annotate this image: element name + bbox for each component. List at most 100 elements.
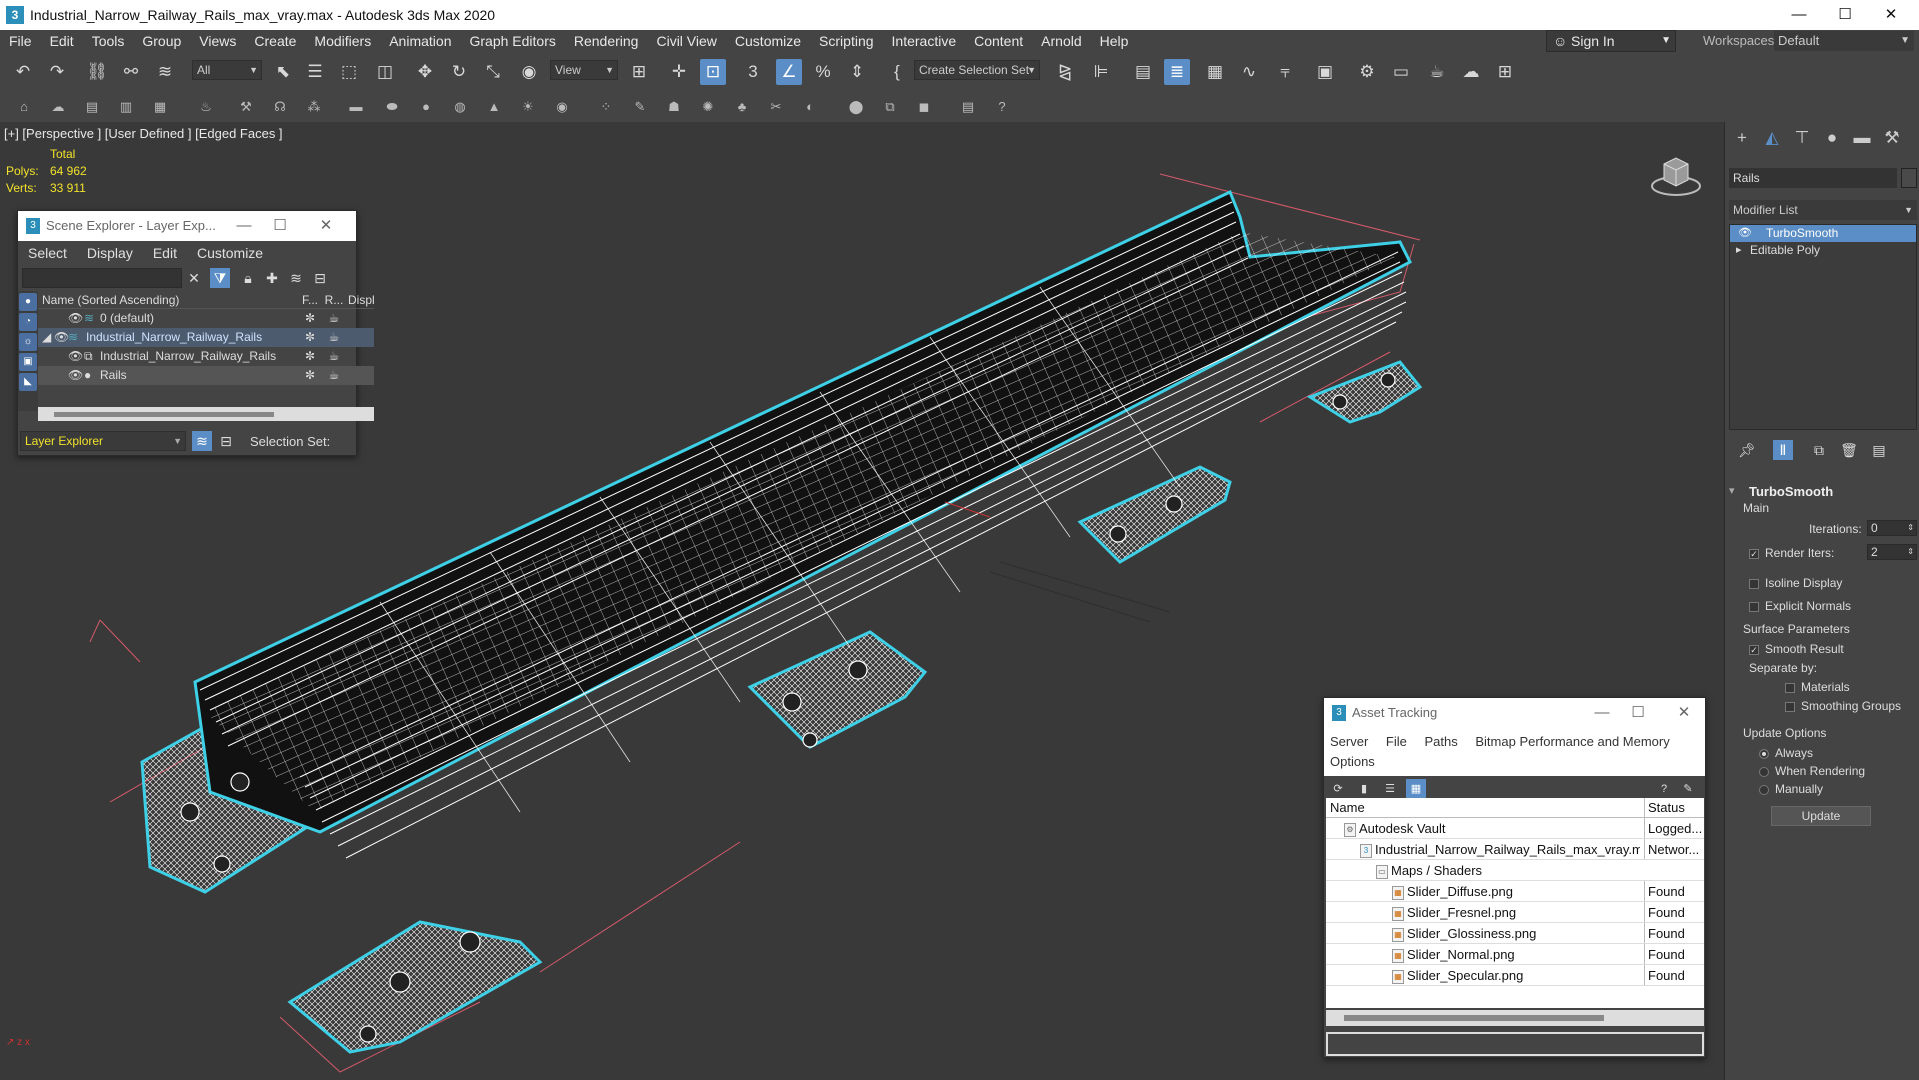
asset-row[interactable]: 3 Industrial_Narrow_Railway_Rails_max_vra…	[1326, 839, 1704, 860]
se-menu-edit[interactable]: Edit	[143, 245, 187, 261]
render-iters-checkbox[interactable]: ✓	[1749, 548, 1759, 559]
table-view-icon[interactable]: ▦	[1406, 779, 1426, 799]
pin-icon[interactable]: ✎	[1678, 779, 1698, 799]
percent-snap-icon[interactable]: %	[810, 59, 836, 85]
menu-modifiers[interactable]: Modifiers	[305, 33, 380, 49]
trash-icon[interactable]: ▥	[116, 97, 136, 117]
se-menu-display[interactable]: Display	[77, 245, 143, 261]
toggle-layer-explorer-icon[interactable]: ≣	[1164, 59, 1190, 85]
freeze-icon[interactable]: ✼	[300, 347, 320, 366]
shelf-icon[interactable]: ⌂	[14, 97, 34, 117]
render-icon[interactable]: ☕	[324, 328, 344, 347]
menu-arnold[interactable]: Arnold	[1032, 33, 1090, 49]
cone-icon[interactable]: ▲	[484, 97, 504, 117]
rollout-header[interactable]: TurboSmooth	[1729, 484, 1917, 499]
minimize-icon[interactable]: —	[226, 211, 262, 241]
refresh-icon[interactable]: ⟳	[1328, 779, 1348, 799]
asset-row[interactable]: ⚙ Autodesk Vault Logged...	[1326, 818, 1704, 839]
hair-icon[interactable]: ✎	[630, 97, 650, 117]
rectangular-selection-icon[interactable]: ⬚	[336, 59, 362, 85]
pivot-center-icon[interactable]: ⊞	[626, 59, 652, 85]
help-icon[interactable]: ?	[992, 97, 1012, 117]
freeze-icon[interactable]: ✼	[300, 309, 320, 328]
tree-row[interactable]: 👁︎ ≋ 0 (default) ✼ ☕	[38, 309, 374, 328]
eye-icon[interactable]: 👁︎	[1738, 225, 1752, 242]
menu-scripting[interactable]: Scripting	[810, 33, 882, 49]
wrench-icon[interactable]: ✂	[766, 97, 786, 117]
lock-icon[interactable]: 🔒︎	[238, 268, 258, 288]
maximize-icon[interactable]: ☐	[1620, 698, 1656, 728]
unlink-icon[interactable]: ⚯	[118, 59, 144, 85]
stack-item-editable-poly[interactable]: ▸ Editable Poly	[1730, 242, 1916, 259]
menu-file[interactable]: File	[0, 33, 41, 49]
maximize-icon[interactable]: ☐	[1822, 0, 1868, 30]
asset-row[interactable]: ▦ Slider_Diffuse.png Found	[1326, 881, 1704, 902]
column-status[interactable]: Status	[1644, 798, 1704, 818]
iterations-spinner[interactable]: 0 ⇕	[1867, 520, 1917, 536]
close-icon[interactable]: ✕	[1666, 698, 1702, 728]
display-cameras-icon[interactable]: ▣	[19, 353, 37, 371]
sphere-icon[interactable]: ●	[416, 97, 436, 117]
spinner-snap-icon[interactable]: ⇕	[844, 59, 870, 85]
freeze-icon[interactable]: ✼	[300, 328, 320, 347]
asset-path-field[interactable]	[1326, 1032, 1704, 1056]
at-menu-options[interactable]: Options	[1330, 754, 1375, 769]
keyboard-shortcut-toggle-icon[interactable]: ⊡	[700, 59, 726, 85]
selection-filter-dropdown[interactable]: All ▼	[192, 60, 262, 80]
clear-icon[interactable]: ✕	[184, 268, 204, 288]
expand-icon[interactable]: ◢	[42, 328, 51, 347]
column-freeze[interactable]: F...	[300, 291, 320, 309]
cloud-icon[interactable]: ☁	[48, 97, 68, 117]
align-icon[interactable]: ⊫	[1088, 59, 1114, 85]
column-display[interactable]: Displ	[348, 291, 375, 309]
menu-interactive[interactable]: Interactive	[883, 33, 966, 49]
tree-row[interactable]: ◢ 👁︎ ≋ Industrial_Narrow_Railway_Rails ✼…	[38, 328, 374, 347]
curve-editor-icon[interactable]: ∿	[1236, 59, 1262, 85]
toggle-scene-explorer-icon[interactable]: ▤	[1130, 59, 1156, 85]
render-in-cloud-icon[interactable]: ☁	[1458, 59, 1484, 85]
add-layer-icon[interactable]: ✚	[262, 268, 282, 288]
maximize-icon[interactable]: ☐	[262, 211, 298, 241]
move-icon[interactable]: ✥	[412, 59, 438, 85]
at-menu-file[interactable]: File	[1386, 734, 1407, 749]
modify-tab-icon[interactable]: ◭	[1759, 126, 1785, 150]
snaps-toggle-icon[interactable]: 3	[740, 59, 766, 85]
asset-row[interactable]: ▭ Maps / Shaders	[1326, 860, 1704, 881]
manually-radio[interactable]	[1759, 784, 1769, 795]
menu-views[interactable]: Views	[190, 33, 245, 49]
menu-customize[interactable]: Customize	[726, 33, 810, 49]
file-icon[interactable]: ▮	[1354, 779, 1374, 799]
link-icon[interactable]: ⛓	[84, 59, 110, 85]
sign-in-dropdown[interactable]: ☺ Sign In ▼	[1546, 30, 1676, 52]
expand-icon[interactable]: ▸	[1736, 242, 1742, 259]
minimize-icon[interactable]: —	[1776, 0, 1822, 30]
asset-hscrollbar[interactable]	[1326, 1010, 1704, 1026]
a360-gallery-icon[interactable]: ⊞	[1492, 59, 1518, 85]
help-icon[interactable]: ?	[1654, 779, 1674, 799]
menu-content[interactable]: Content	[965, 33, 1032, 49]
material-ball-icon[interactable]: ⬤	[846, 97, 866, 117]
cylinder-icon[interactable]: ⬬	[382, 97, 402, 117]
visibility-icon[interactable]: 👁︎	[54, 328, 69, 347]
update-button[interactable]: Update	[1771, 806, 1871, 826]
render-icon[interactable]: ☕	[324, 347, 344, 366]
particles-icon[interactable]: ⁂	[304, 97, 324, 117]
at-menu-server[interactable]: Server	[1330, 734, 1368, 749]
container-icon[interactable]: ▤	[82, 97, 102, 117]
rotate-icon[interactable]: ↻	[446, 59, 472, 85]
asset-row[interactable]: ▦ Slider_Normal.png Found	[1326, 944, 1704, 965]
torus-icon[interactable]: ◍	[450, 97, 470, 117]
show-end-result-icon[interactable]: Ⅱ	[1773, 440, 1793, 460]
angle-snap-icon[interactable]: ∠	[776, 59, 802, 85]
window-crossing-icon[interactable]: ◫	[372, 59, 398, 85]
named-selection-dropdown[interactable]: Create Selection Set ▼	[914, 60, 1040, 80]
fur-icon[interactable]: ✺	[698, 97, 718, 117]
asset-row[interactable]: ▦ Slider_Glossiness.png Found	[1326, 923, 1704, 944]
display-helpers-icon[interactable]: ◣	[19, 373, 37, 391]
menu-animation[interactable]: Animation	[380, 33, 460, 49]
display-shapes-icon[interactable]: ◔	[19, 313, 37, 331]
redo-icon[interactable]: ↷	[44, 59, 70, 85]
scatter-icon[interactable]: ⁘	[596, 97, 616, 117]
bind-space-warp-icon[interactable]: ≋	[152, 59, 178, 85]
when-rendering-radio[interactable]	[1759, 766, 1769, 777]
